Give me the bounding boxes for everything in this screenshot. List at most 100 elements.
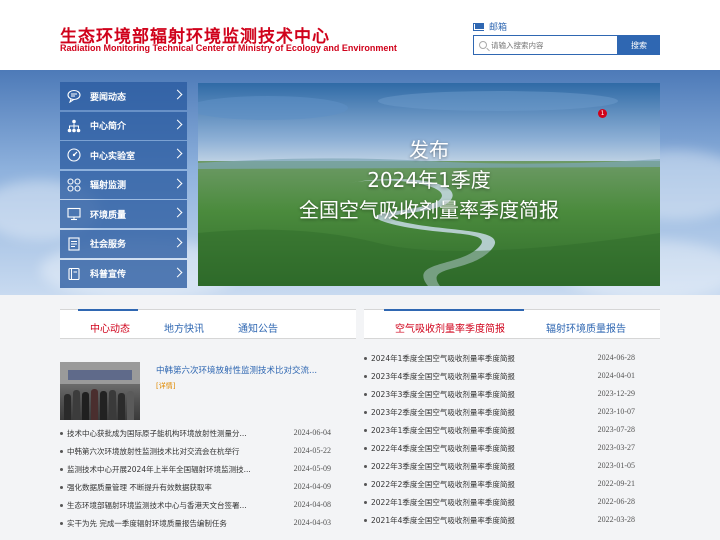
featured-news-title[interactable]: 中韩第六次环境放射性监测技术比对交流...: [156, 364, 317, 376]
list-item-date: 2024-04-09: [293, 482, 331, 491]
bullet-icon: [60, 432, 63, 435]
list-item-title[interactable]: 2022年2季度全国空气吸收剂量率季度简报: [371, 479, 515, 490]
center-news-list: 技术中心获批成为国际原子能机构环境放射性测量分... 2024-06-04 中韩第…: [60, 425, 331, 533]
bullet-icon: [60, 522, 63, 525]
list-item-title[interactable]: 2023年3季度全国空气吸收剂量率季度简报: [371, 389, 515, 400]
org-chart-icon: [67, 119, 81, 133]
bullet-icon: [364, 501, 367, 504]
gauge-icon: [67, 148, 81, 162]
dose-rate-bulletin-list: 2024年1季度全国空气吸收剂量率季度简报 2024-06-28 2023年4季度…: [364, 350, 635, 530]
list-item-title[interactable]: 强化数据质量管理 不断提升有效数据获取率: [67, 482, 212, 493]
list-item-title[interactable]: 生态环境部辐射环境监测技术中心与香港天文台签署...: [67, 500, 247, 511]
list-item-date: 2024-04-03: [293, 518, 331, 527]
chevron-right-icon: [172, 237, 183, 248]
bullet-icon: [364, 357, 367, 360]
list-item-title[interactable]: 2021年4季度全国空气吸收剂量率季度简报: [371, 515, 515, 526]
list-item-title[interactable]: 技术中心获批成为国际原子能机构环境放射性测量分...: [67, 428, 247, 439]
bullet-icon: [60, 504, 63, 507]
list-item-title[interactable]: 中韩第六次环境放射性监测技术比对交流会在杭举行: [67, 446, 240, 457]
sidebar-item-label: 科普宣传: [90, 270, 127, 281]
news-photo[interactable]: [60, 362, 140, 420]
monitor-icon: [67, 207, 81, 221]
list-item[interactable]: 强化数据质量管理 不断提升有效数据获取率 2024-04-09: [60, 479, 331, 497]
list-item-date: 2023-10-07: [597, 407, 635, 416]
sidebar-item-lab[interactable]: 中心实验室: [60, 141, 187, 170]
sidebar-item-label: 要闻动态: [90, 92, 127, 103]
list-item-date: 2024-06-04: [293, 428, 331, 437]
chevron-right-icon: [172, 267, 183, 278]
tab-center-news[interactable]: 中心动态: [90, 320, 130, 335]
list-item-title[interactable]: 2022年4季度全国空气吸收剂量率季度简报: [371, 443, 515, 454]
bullet-icon: [60, 486, 63, 489]
bullet-icon: [364, 429, 367, 432]
chevron-right-icon: [172, 119, 183, 130]
tab-dose-rate-bulletin[interactable]: 空气吸收剂量率季度简报: [395, 320, 505, 335]
slide-indicator[interactable]: 1: [598, 109, 607, 118]
list-item[interactable]: 2021年4季度全国空气吸收剂量率季度简报 2022-03-28: [364, 512, 635, 530]
list-item[interactable]: 监测技术中心开展2024年上半年全国辐射环境监测技... 2024-05-09: [60, 461, 331, 479]
featured-news[interactable]: 中韩第六次环境放射性监测技术比对交流... [详情]: [60, 362, 356, 422]
list-item-title[interactable]: 2023年4季度全国空气吸收剂量率季度简报: [371, 371, 515, 382]
list-item-date: 2023-12-29: [597, 389, 635, 398]
bullet-icon: [364, 447, 367, 450]
list-item-title[interactable]: 实干为先 完成一季度辐射环境质量报告编制任务: [67, 518, 227, 529]
list-item-title[interactable]: 监测技术中心开展2024年上半年全国辐射环境监测技...: [67, 464, 251, 475]
list-item-date: 2024-04-08: [293, 500, 331, 509]
list-item[interactable]: 2023年1季度全国空气吸收剂量率季度简报 2023-07-28: [364, 422, 635, 440]
chevron-right-icon: [172, 148, 183, 159]
list-item[interactable]: 中韩第六次环境放射性监测技术比对交流会在杭举行 2024-05-22: [60, 443, 331, 461]
list-item-title[interactable]: 2024年1季度全国空气吸收剂量率季度简报: [371, 353, 515, 364]
list-item[interactable]: 生态环境部辐射环境监测技术中心与香港天文台签署... 2024-04-08: [60, 497, 331, 515]
search-icon: [479, 41, 487, 49]
chat-bubble-icon: [67, 89, 81, 103]
active-tab-indicator: [384, 309, 524, 311]
list-item-date: 2024-06-28: [597, 353, 635, 362]
list-item-title[interactable]: 2022年3季度全国空气吸收剂量率季度简报: [371, 461, 515, 472]
bullet-icon: [60, 450, 63, 453]
sidebar-item-radiation[interactable]: 辐射监测: [60, 170, 187, 199]
bullet-icon: [364, 519, 367, 522]
list-item-date: 2024-05-09: [293, 464, 331, 473]
search-box: [473, 35, 618, 55]
book-icon: [67, 267, 81, 281]
tab-local-news[interactable]: 地方快讯: [164, 320, 204, 335]
list-item-title[interactable]: 2022年1季度全国空气吸收剂量率季度简报: [371, 497, 515, 508]
list-item[interactable]: 2024年1季度全国空气吸收剂量率季度简报 2024-06-28: [364, 350, 635, 368]
sidebar-item-label: 中心简介: [90, 122, 127, 133]
sidebar-item-services[interactable]: 社会服务: [60, 229, 187, 258]
sidebar-item-label: 中心实验室: [90, 151, 136, 162]
sidebar-item-news[interactable]: 要闻动态: [60, 82, 187, 110]
list-item[interactable]: 技术中心获批成为国际原子能机构环境放射性测量分... 2024-06-04: [60, 425, 331, 443]
right-tab-bar: 空气吸收剂量率季度简报 辐射环境质量报告: [364, 309, 660, 339]
list-item-title[interactable]: 2023年1季度全国空气吸收剂量率季度简报: [371, 425, 515, 436]
list-item[interactable]: 2022年1季度全国空气吸收剂量率季度简报 2022-06-28: [364, 494, 635, 512]
sidebar-item-label: 辐射监测: [90, 181, 127, 192]
chevron-right-icon: [172, 178, 183, 189]
mail-link[interactable]: 邮箱: [473, 20, 507, 33]
list-item-date: 2022-06-28: [597, 497, 635, 506]
list-item[interactable]: 2022年4季度全国空气吸收剂量率季度简报 2023-03-27: [364, 440, 635, 458]
grid-circles-icon: [67, 178, 81, 192]
list-item[interactable]: 2022年2季度全国空气吸收剂量率季度简报 2022-09-21: [364, 476, 635, 494]
tab-quality-report[interactable]: 辐射环境质量报告: [546, 320, 626, 335]
list-item[interactable]: 实干为先 完成一季度辐射环境质量报告编制任务 2024-04-03: [60, 515, 331, 533]
list-item-date: 2024-05-22: [293, 446, 331, 455]
list-item[interactable]: 2023年4季度全国空气吸收剂量率季度简报 2024-04-01: [364, 368, 635, 386]
active-tab-indicator: [78, 309, 138, 311]
search-button[interactable]: 搜索: [618, 35, 660, 55]
list-item-title[interactable]: 2023年2季度全国空气吸收剂量率季度简报: [371, 407, 515, 418]
bullet-icon: [364, 393, 367, 396]
details-link[interactable]: [详情]: [156, 381, 175, 391]
sidebar-item-about[interactable]: 中心简介: [60, 111, 187, 140]
hero-banner[interactable]: 发布 2024年1季度 全国空气吸收剂量率季度简报 1: [198, 83, 660, 286]
search-input[interactable]: [491, 40, 611, 50]
sidebar-nav: 要闻动态 中心简介 中心实验室 辐射监测 环境质量 社会服务 科普宣传: [60, 82, 187, 289]
mail-label: 邮箱: [489, 22, 508, 32]
site-subtitle: Radiation Monitoring Technical Center of…: [60, 43, 397, 53]
list-item[interactable]: 2023年3季度全国空气吸收剂量率季度简报 2023-12-29: [364, 386, 635, 404]
list-item[interactable]: 2023年2季度全国空气吸收剂量率季度简报 2023-10-07: [364, 404, 635, 422]
tab-notices[interactable]: 通知公告: [238, 320, 278, 335]
sidebar-item-quality[interactable]: 环境质量: [60, 200, 187, 229]
list-item[interactable]: 2022年3季度全国空气吸收剂量率季度简报 2023-01-05: [364, 458, 635, 476]
sidebar-item-science[interactable]: 科普宣传: [60, 259, 187, 288]
